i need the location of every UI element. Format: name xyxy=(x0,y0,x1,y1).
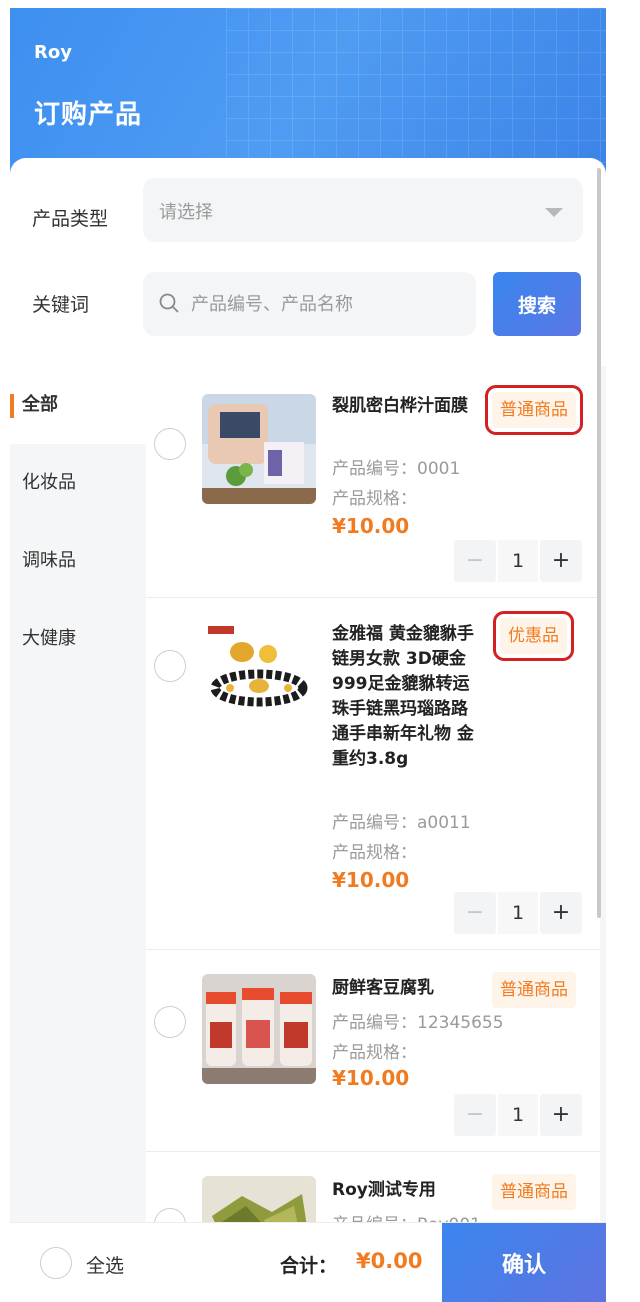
product-type-placeholder: 请选择 xyxy=(159,202,213,223)
decrease-button[interactable]: − xyxy=(454,892,496,934)
product-tag: 普通商品 xyxy=(492,972,576,1008)
keyword-label: 关键词 xyxy=(32,294,90,316)
product-code: 产品编号：a0011 xyxy=(332,808,471,833)
footer-bar: 全选 合计： ¥0.00 确认 xyxy=(10,1222,606,1302)
sidebar-item-cosmetics[interactable]: 化妆品 xyxy=(10,444,146,522)
product-code-label: 产品编号： xyxy=(332,813,417,833)
search-button[interactable]: 搜索 xyxy=(493,272,581,336)
product-price: ¥10.00 xyxy=(332,514,410,538)
product-list: 裂肌密白桦汁面膜 产品编号：0001 产品规格： ¥10.00 普通商品 − 1… xyxy=(146,366,600,1230)
increase-button[interactable]: + xyxy=(540,892,582,934)
product-code-value: a0011 xyxy=(417,813,471,833)
select-radio[interactable] xyxy=(154,650,186,682)
product-code: 产品编号：0001 xyxy=(332,454,460,479)
product-tag: 普通商品 xyxy=(485,385,583,435)
face-mask-box-image xyxy=(202,394,316,504)
product-name: 金雅福 黄金貔貅手链男女款 3D硬金999足金貔貅转运珠手链黑玛瑙路路通手串新年… xyxy=(332,624,474,769)
product-name: 裂肌密白桦汁面膜 xyxy=(332,396,468,416)
product-item: 裂肌密白桦汁面膜 产品编号：0001 产品规格： ¥10.00 普通商品 − 1… xyxy=(146,366,600,598)
product-price: ¥10.00 xyxy=(332,1066,410,1090)
scrollbar[interactable] xyxy=(597,168,601,918)
product-item: 厨鲜客豆腐乳 产品编号：12345655 产品规格： ¥10.00 普通商品 −… xyxy=(146,950,600,1152)
search-icon xyxy=(159,293,179,313)
filter-panel: 产品类型 请选择 关键词 搜索 xyxy=(10,158,606,366)
app-screen: Roy 订购产品 产品类型 请选择 关键词 搜索 全部 化妆品 调味品 大健康 xyxy=(10,8,606,1302)
sidebar-item-all[interactable]: 全部 xyxy=(10,366,146,444)
product-price: ¥10.00 xyxy=(332,868,410,892)
keyword-input[interactable] xyxy=(191,288,461,320)
select-all-label[interactable]: 全选 xyxy=(86,1251,124,1278)
product-code-value: 0001 xyxy=(417,459,461,479)
select-radio[interactable] xyxy=(154,1006,186,1038)
total-label: 合计： xyxy=(280,1255,338,1277)
product-code-label: 产品编号： xyxy=(332,459,417,479)
select-radio[interactable] xyxy=(154,428,186,460)
increase-button[interactable]: + xyxy=(540,1094,582,1136)
product-spec-label: 产品规格： xyxy=(332,489,417,509)
tofu-jars-image xyxy=(202,974,316,1084)
product-item: Roy测试专用 产品编号：Roy001 普通商品 xyxy=(146,1152,600,1230)
product-type-label: 产品类型 xyxy=(32,208,109,230)
product-tag: 优惠品 xyxy=(493,611,574,661)
decrease-button[interactable]: − xyxy=(454,540,496,582)
product-code: 产品编号：12345655 xyxy=(332,1008,504,1033)
product-type-select[interactable]: 请选择 xyxy=(143,178,583,242)
user-name: Roy xyxy=(34,42,72,63)
sidebar-item-health[interactable]: 大健康 xyxy=(10,600,146,678)
product-name: 厨鲜客豆腐乳 xyxy=(332,978,434,998)
total-amount: ¥0.00 xyxy=(356,1249,423,1273)
quantity-stepper: − 1 + xyxy=(454,540,582,582)
quantity-stepper: − 1 + xyxy=(454,892,582,934)
product-code-label: 产品编号： xyxy=(332,1013,417,1033)
decrease-button[interactable]: − xyxy=(454,1094,496,1136)
keyword-search-box xyxy=(143,272,476,336)
category-sidebar: 全部 化妆品 调味品 大健康 xyxy=(10,366,146,1230)
sidebar-item-condiments[interactable]: 调味品 xyxy=(10,522,146,600)
quantity-value[interactable]: 1 xyxy=(498,1094,538,1136)
quantity-value[interactable]: 1 xyxy=(498,540,538,582)
quantity-stepper: − 1 + xyxy=(454,1094,582,1136)
confirm-button[interactable]: 确认 xyxy=(442,1223,606,1302)
gold-bracelet-image xyxy=(202,618,316,728)
product-item: 金雅福 黄金貔貅手链男女款 3D硬金999足金貔貅转运珠手链黑玛瑙路路通手串新年… xyxy=(146,598,600,950)
product-name: Roy测试专用 xyxy=(332,1180,436,1200)
dropdown-caret-icon xyxy=(545,208,563,217)
product-code-value: 12345655 xyxy=(417,1013,504,1033)
product-tag: 普通商品 xyxy=(492,1174,576,1210)
select-all-radio[interactable] xyxy=(40,1247,72,1279)
increase-button[interactable]: + xyxy=(540,540,582,582)
page-title: 订购产品 xyxy=(34,100,143,130)
product-spec-label: 产品规格： xyxy=(332,1043,417,1063)
quantity-value[interactable]: 1 xyxy=(498,892,538,934)
product-spec-label: 产品规格： xyxy=(332,843,417,863)
